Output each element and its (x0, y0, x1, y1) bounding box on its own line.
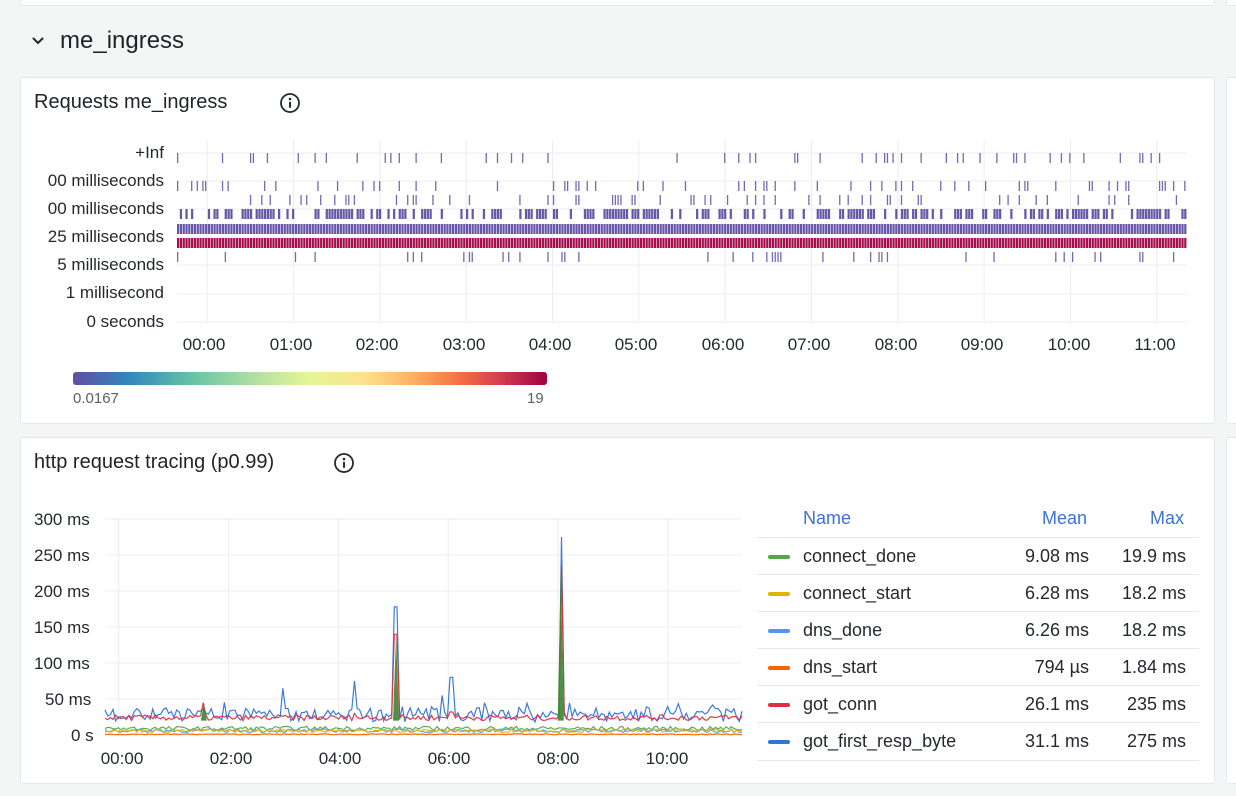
tracing-y-tick: 0 s (71, 726, 94, 745)
adjacent-panel-edge (1226, 437, 1236, 784)
series-name: got_first_resp_byte (803, 731, 957, 751)
series-max: 275 ms (1126, 731, 1186, 751)
previous-panel-edge-right (1226, 0, 1236, 6)
legend-row[interactable]: dns_done 6.26 ms 18.2 ms (757, 611, 1199, 649)
previous-panel-edge (20, 0, 1215, 6)
heatmap-y-label: 25 milliseconds (47, 227, 164, 246)
tracing-x-tick: 02:00 (209, 749, 253, 768)
legend-header-max[interactable]: Max (1150, 508, 1184, 529)
adjacent-panel-edge (1226, 77, 1236, 424)
series-mean: 794 µs (1034, 657, 1089, 677)
heatmap-x-tick: 08:00 (874, 335, 918, 354)
series-mean: 26.1 ms (1024, 694, 1089, 714)
series-color-swatch (768, 666, 790, 670)
series-name: got_conn (803, 694, 878, 714)
legend-row[interactable]: dns_start 794 µs 1.84 ms (757, 648, 1199, 686)
series-color-swatch (768, 740, 790, 744)
tracing-y-tick: 100 ms (34, 654, 90, 673)
series-color-swatch (768, 555, 790, 559)
series-name: dns_done (803, 620, 883, 640)
tracing-x-tick: 04:00 (318, 749, 362, 768)
color-scale-max: 19 (527, 390, 544, 407)
tracing-panel-title[interactable]: http request tracing (p0.99) (34, 451, 274, 474)
heatmap-x-tick: 01:00 (269, 335, 313, 354)
series-color-swatch (768, 629, 790, 633)
tracing-y-tick: 300 ms (34, 510, 90, 529)
series-color-swatch (768, 703, 790, 707)
heatmap-x-tick: 03:00 (442, 335, 486, 354)
heatmap-y-label: +Inf (135, 143, 164, 162)
series-name: connect_start (803, 583, 912, 603)
series-max: 19.9 ms (1121, 546, 1186, 566)
info-icon[interactable] (333, 452, 355, 474)
heatmap-color-scale (73, 372, 547, 385)
heatmap-panel-title[interactable]: Requests me_ingress (34, 91, 227, 114)
chevron-down-icon[interactable] (30, 33, 46, 49)
tracing-y-tick: 250 ms (34, 546, 90, 565)
series-mean: 6.26 ms (1024, 620, 1089, 640)
heatmap-x-tick: 09:00 (960, 335, 1004, 354)
heatmap-y-label: 0 seconds (86, 312, 165, 331)
tracing-y-tick: 150 ms (34, 618, 90, 637)
heatmap-x-tick: 06:00 (701, 335, 745, 354)
tracing-y-tick: 50 ms (45, 690, 92, 709)
heatmap-y-label: 00 milliseconds (47, 199, 164, 218)
legend-row[interactable]: got_first_resp_byte 31.1 ms 275 ms (757, 722, 1199, 761)
color-scale-min: 0.0167 (73, 390, 119, 407)
series-mean: 9.08 ms (1024, 546, 1089, 566)
legend-header-mean[interactable]: Mean (1042, 508, 1087, 529)
heatmap-x-tick: 07:00 (787, 335, 831, 354)
legend-row[interactable]: got_conn 26.1 ms 235 ms (757, 685, 1199, 723)
tracing-x-tick: 06:00 (427, 749, 471, 768)
heatmap-x-tick: 05:00 (614, 335, 658, 354)
tracing-x-tick: 08:00 (536, 749, 580, 768)
legend-row[interactable]: connect_done 9.08 ms 19.9 ms (757, 537, 1199, 575)
row-title: me_ingress (60, 27, 185, 54)
info-icon[interactable] (279, 92, 301, 114)
series-max: 235 ms (1126, 694, 1186, 714)
tracing-x-tick: 10:00 (645, 749, 689, 768)
heatmap-x-tick: 10:00 (1047, 335, 1091, 354)
series-max: 18.2 ms (1121, 583, 1186, 603)
series-name: connect_done (803, 546, 917, 566)
heatmap-x-tick: 11:00 (1134, 335, 1176, 354)
series-max: 1.84 ms (1121, 657, 1186, 677)
series-name: dns_start (803, 657, 878, 677)
heatmap-y-label: 1 millisecond (65, 283, 164, 302)
series-max: 18.2 ms (1121, 620, 1186, 640)
series-mean: 31.1 ms (1024, 731, 1089, 751)
heatmap-x-tick: 04:00 (528, 335, 572, 354)
legend-row[interactable]: connect_start 6.28 ms 18.2 ms (757, 574, 1199, 612)
series-color-swatch (768, 592, 790, 596)
row-header-me-ingress[interactable]: me_ingress (30, 24, 184, 58)
heatmap-x-tick: 02:00 (355, 335, 399, 354)
legend-header-name[interactable]: Name (803, 508, 851, 529)
tracing-y-tick: 200 ms (34, 582, 90, 601)
tracing-x-tick: 00:00 (100, 749, 144, 768)
heatmap-y-label: 00 milliseconds (47, 171, 164, 190)
heatmap-x-tick: 00:00 (182, 335, 226, 354)
series-mean: 6.28 ms (1024, 583, 1089, 603)
heatmap-y-label: 5 milliseconds (57, 255, 164, 274)
